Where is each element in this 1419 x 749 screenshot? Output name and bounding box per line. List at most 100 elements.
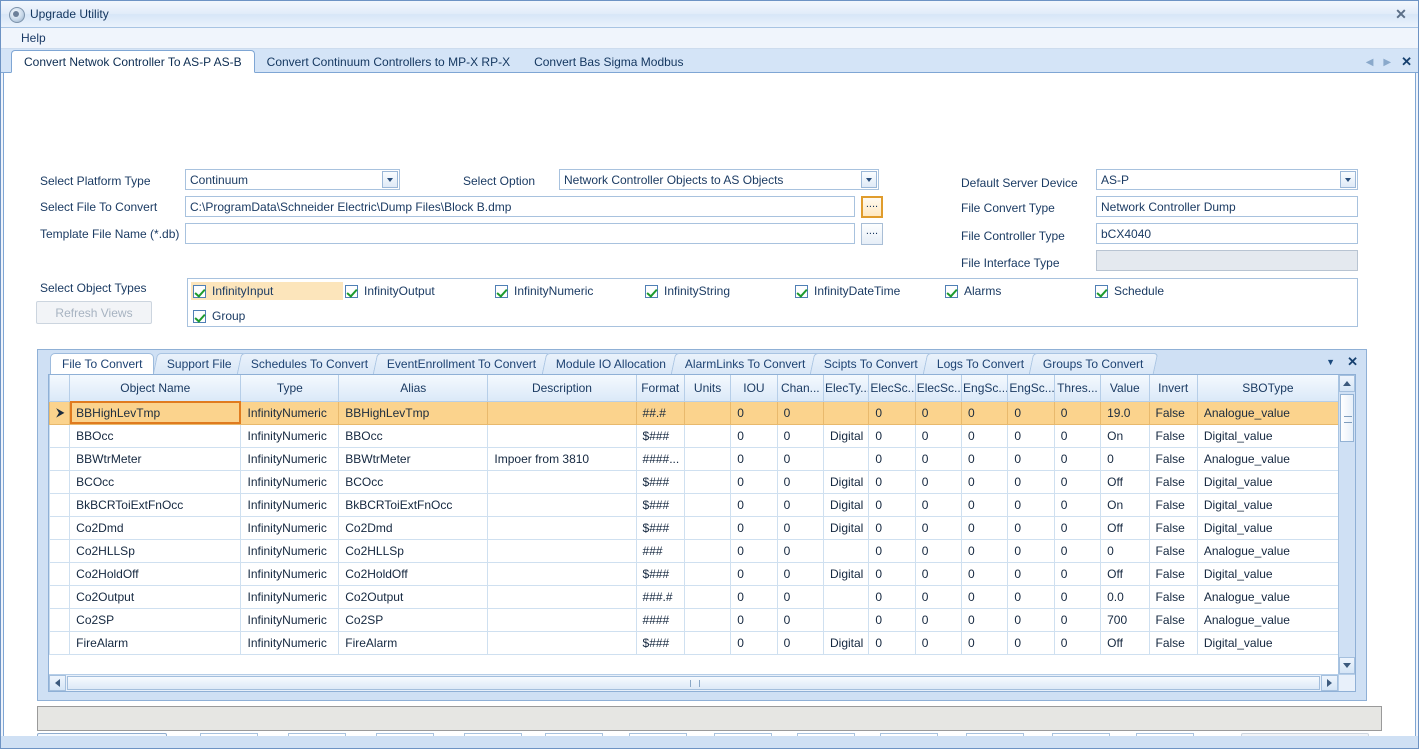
cell-alias[interactable]: Co2HoldOff <box>338 561 489 586</box>
cell-engsc1[interactable]: 0 <box>961 561 1009 586</box>
grid-horizontal-scrollbar[interactable] <box>49 674 1338 691</box>
cell-value[interactable]: Off <box>1100 630 1150 655</box>
cell-objname[interactable]: BBHighLevTmp <box>69 400 242 425</box>
file-controller-type-input[interactable]: bCX4040 <box>1096 223 1358 244</box>
cell-units[interactable] <box>683 469 732 494</box>
cell-engsc1[interactable]: 0 <box>961 630 1009 655</box>
tab-convert-continuum-controllers[interactable]: Convert Continuum Controllers to MP-X RP… <box>255 50 522 73</box>
window-close-button[interactable]: ✕ <box>1392 5 1410 23</box>
cell-elecsc2[interactable]: 0 <box>914 538 963 563</box>
browse-template-button[interactable]: .... <box>861 223 883 245</box>
cell-value[interactable]: 19.0 <box>1100 400 1150 425</box>
scroll-right-arrow-icon[interactable] <box>1321 675 1338 691</box>
cell-elecsc1[interactable]: 0 <box>868 469 916 494</box>
cell-chan[interactable]: 0 <box>776 538 824 563</box>
grid-tab-alarmlinks-to-convert[interactable]: AlarmLinks To Convert <box>670 353 820 374</box>
cell-alias[interactable]: Co2HLLSp <box>338 538 489 563</box>
column-header-elecscale2[interactable]: ElecSc... <box>914 375 963 402</box>
cell-type[interactable]: InfinityNumeric <box>240 607 340 632</box>
cell-sbotype[interactable]: Digital_value <box>1196 515 1338 540</box>
cell-engsc2[interactable]: 0 <box>1007 446 1055 471</box>
cell-format[interactable]: ####... <box>635 446 685 471</box>
cell-thres[interactable]: 0 <box>1053 630 1102 655</box>
grid-tab-dropdown-icon[interactable]: ▼ <box>1326 357 1335 367</box>
cell-electy[interactable] <box>822 446 870 471</box>
scroll-up-arrow-icon[interactable] <box>1339 375 1355 392</box>
cell-elecsc2[interactable]: 0 <box>914 400 963 425</box>
cell-chan[interactable]: 0 <box>776 584 824 609</box>
cell-elecsc2[interactable]: 0 <box>914 469 963 494</box>
cell-thres[interactable]: 0 <box>1053 400 1102 425</box>
cell-format[interactable]: $### <box>635 561 685 586</box>
cell-thres[interactable]: 0 <box>1053 492 1102 517</box>
table-row[interactable]: ⮞ BBHighLevTmp InfinityNumeric BBHighLevTmp… <box>49 400 1338 425</box>
checkbox-infinitydatetime[interactable]: InfinityDateTime <box>793 282 906 300</box>
checkbox-infinitynumeric[interactable]: InfinityNumeric <box>493 282 599 300</box>
column-header-iou[interactable]: IOU <box>730 375 778 402</box>
cell-type[interactable]: InfinityNumeric <box>240 630 340 655</box>
cell-chan[interactable]: 0 <box>776 423 824 448</box>
cell-electy[interactable]: Digital <box>822 469 870 494</box>
cell-engsc2[interactable]: 0 <box>1007 584 1055 609</box>
cell-sbotype[interactable]: Digital_value <box>1196 492 1338 517</box>
cell-electy[interactable] <box>822 584 870 609</box>
table-row[interactable]: BkBCRToiExtFnOcc InfinityNumeric BkBCRToiE… <box>49 492 1338 517</box>
cell-type[interactable]: InfinityNumeric <box>240 584 340 609</box>
tab-close-button[interactable]: ✕ <box>1401 54 1412 70</box>
cell-objname[interactable]: Co2HLLSp <box>69 538 242 563</box>
cell-iou[interactable]: 0 <box>730 630 778 655</box>
cell-objname[interactable]: Co2SP <box>69 607 242 632</box>
cell-iou[interactable]: 0 <box>730 492 778 517</box>
column-header-units[interactable]: Units <box>683 375 732 402</box>
row-selector-cell[interactable] <box>49 469 71 494</box>
cell-chan[interactable]: 0 <box>776 446 824 471</box>
table-row[interactable]: Co2HLLSp InfinityNumeric Co2HLLSp ### 0 0 0 0 0 0… <box>49 538 1338 563</box>
cell-invert[interactable]: False <box>1148 584 1198 609</box>
row-selector-cell[interactable]: ⮞ <box>49 400 71 425</box>
cell-elecsc1[interactable]: 0 <box>868 446 916 471</box>
row-selector-cell[interactable] <box>49 561 71 586</box>
cell-elecsc1[interactable]: 0 <box>868 607 916 632</box>
column-header-description[interactable]: Description <box>487 375 637 402</box>
column-header-alias[interactable]: Alias <box>338 375 489 402</box>
cell-engsc1[interactable]: 0 <box>961 423 1009 448</box>
table-row[interactable]: Co2SP InfinityNumeric Co2SP #### 0 0 0 0 0 0 0 700 F… <box>49 607 1338 632</box>
cell-description[interactable] <box>487 400 637 425</box>
cell-units[interactable] <box>683 423 732 448</box>
cell-engsc1[interactable]: 0 <box>961 469 1009 494</box>
cell-alias[interactable]: BBWtrMeter <box>338 446 489 471</box>
cell-chan[interactable]: 0 <box>776 607 824 632</box>
grid-tab-support-file[interactable]: Support File <box>153 353 247 374</box>
cell-thres[interactable]: 0 <box>1053 607 1102 632</box>
checkbox-group[interactable]: Group <box>191 307 251 325</box>
cell-objname[interactable]: BBOcc <box>69 423 242 448</box>
row-selector-cell[interactable] <box>49 515 71 540</box>
grid-vertical-scrollbar[interactable] <box>1338 375 1355 674</box>
cell-chan[interactable]: 0 <box>776 400 824 425</box>
cell-elecsc2[interactable]: 0 <box>914 446 963 471</box>
cell-chan[interactable]: 0 <box>776 561 824 586</box>
scroll-down-arrow-icon[interactable] <box>1339 657 1355 674</box>
column-header-elecscale1[interactable]: ElecSc... <box>868 375 916 402</box>
cell-value[interactable]: Off <box>1100 561 1150 586</box>
cell-chan[interactable]: 0 <box>776 469 824 494</box>
checkbox-alarms[interactable]: Alarms <box>943 282 1007 300</box>
cell-type[interactable]: InfinityNumeric <box>240 423 340 448</box>
cell-elecsc2[interactable]: 0 <box>914 492 963 517</box>
cell-value[interactable]: Off <box>1100 515 1150 540</box>
table-row[interactable]: Co2Output InfinityNumeric Co2Output ###.# 0 0… <box>49 584 1338 609</box>
cell-format[interactable]: #### <box>635 607 685 632</box>
vertical-scroll-thumb[interactable] <box>1340 394 1354 442</box>
column-header-channel[interactable]: Chan... <box>776 375 824 402</box>
row-selector-cell[interactable] <box>49 423 71 448</box>
cell-units[interactable] <box>683 515 732 540</box>
checkbox-schedule[interactable]: Schedule <box>1093 282 1170 300</box>
cell-iou[interactable]: 0 <box>730 538 778 563</box>
cell-invert[interactable]: False <box>1148 400 1198 425</box>
table-row[interactable]: BCOcc InfinityNumeric BCOcc $### 0 0 Digital 0 0… <box>49 469 1338 494</box>
column-header-threshold[interactable]: Thres... <box>1053 375 1102 402</box>
cell-elecsc2[interactable]: 0 <box>914 630 963 655</box>
cell-engsc2[interactable]: 0 <box>1007 492 1055 517</box>
chevron-down-icon[interactable] <box>861 171 877 188</box>
cell-engsc1[interactable]: 0 <box>961 400 1009 425</box>
